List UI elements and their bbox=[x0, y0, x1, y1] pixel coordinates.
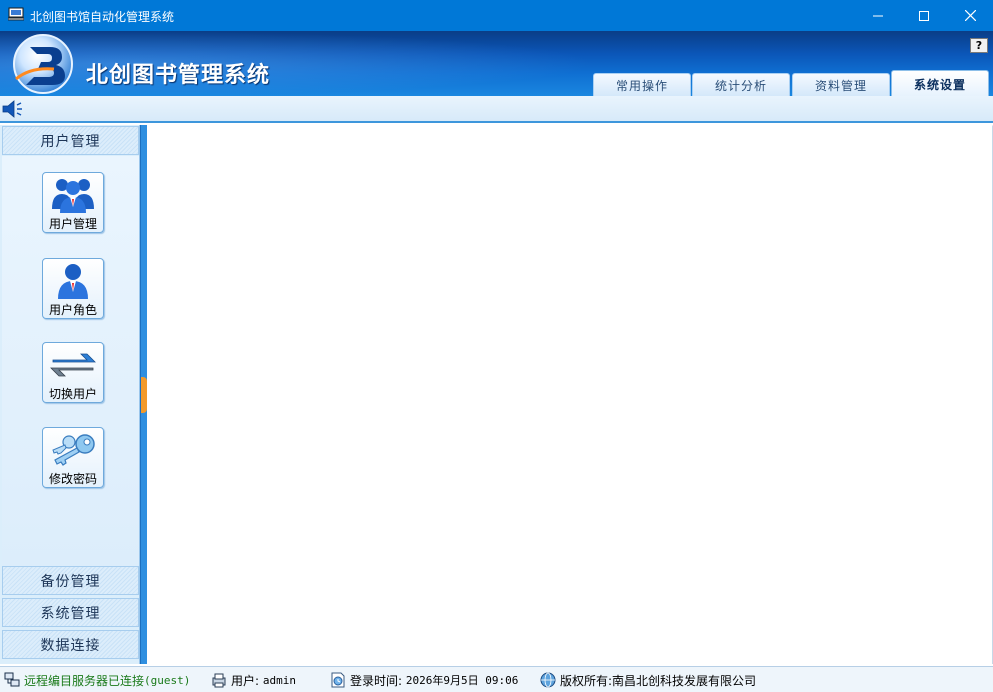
sidebar-group-system-management[interactable]: 系统管理 bbox=[2, 598, 139, 627]
connection-status: 远程编目服务器已连接 (guest) bbox=[4, 672, 190, 688]
current-user: 用户: admin bbox=[211, 672, 296, 688]
login-time: 登录时间: 2026年9月5日 09:06 bbox=[330, 672, 518, 688]
sidebar-splitter[interactable] bbox=[140, 125, 147, 664]
login-label: 登录时间: bbox=[350, 673, 403, 688]
maximize-icon bbox=[919, 10, 929, 21]
tab-system-settings[interactable]: 系统设置 bbox=[891, 70, 989, 97]
user-management-button[interactable]: 用户管理 bbox=[42, 172, 104, 233]
clock-doc-icon bbox=[331, 672, 345, 688]
login-value: 2026年9月5日 09:06 bbox=[405, 674, 519, 687]
sidebar-group-backup-management[interactable]: 备份管理 bbox=[2, 566, 139, 595]
close-icon bbox=[964, 10, 976, 21]
close-button[interactable] bbox=[947, 0, 993, 31]
users-icon-wrap bbox=[43, 175, 103, 215]
tab-statistics[interactable]: 统计分析 bbox=[692, 73, 790, 96]
tool-label: 修改密码 bbox=[48, 472, 97, 486]
window-title: 北创图书馆自动化管理系统 bbox=[30, 10, 175, 24]
user-role-button[interactable]: 用户角色 bbox=[42, 258, 104, 319]
computer-icon bbox=[8, 7, 24, 21]
maximize-button[interactable] bbox=[901, 0, 947, 31]
minimize-icon bbox=[873, 15, 883, 16]
help-button[interactable]: ? bbox=[970, 38, 988, 53]
switch-user-button[interactable]: 切换用户 bbox=[42, 342, 104, 403]
help-icon: ? bbox=[975, 39, 983, 52]
user-label: 用户: bbox=[231, 673, 260, 688]
network-computers-icon bbox=[4, 672, 20, 687]
user-printer-icon bbox=[212, 673, 226, 688]
speaker-icon[interactable] bbox=[2, 100, 24, 118]
tab-data-management[interactable]: 资料管理 bbox=[792, 73, 890, 96]
globe-icon bbox=[540, 672, 556, 688]
users-icon bbox=[52, 179, 94, 213]
connection-text: 远程编目服务器已连接 bbox=[24, 673, 145, 688]
window-titlebar[interactable]: 北创图书馆自动化管理系统 bbox=[0, 0, 993, 31]
switch-arrows-icon bbox=[50, 353, 96, 377]
copyright-value: 南昌北创科技发展有限公司 bbox=[612, 673, 757, 688]
sidebar-group-body: 用户管理 用户角色 切换用户 修改密码 bbox=[2, 156, 139, 566]
toolbar-strip bbox=[0, 96, 993, 123]
user-value: admin bbox=[262, 673, 296, 687]
tool-label: 用户角色 bbox=[48, 303, 97, 317]
switch-arrows-icon-wrap bbox=[43, 345, 103, 385]
tab-common-operations[interactable]: 常用操作 bbox=[593, 73, 691, 96]
tool-label: 用户管理 bbox=[48, 217, 97, 231]
copyright: 版权所有: 南昌北创科技发展有限公司 bbox=[540, 672, 756, 688]
change-password-button[interactable]: 修改密码 bbox=[42, 427, 104, 488]
minimize-button[interactable] bbox=[855, 0, 901, 31]
user-role-icon-wrap bbox=[43, 261, 103, 301]
sidebar-group-data-connection[interactable]: 数据连接 bbox=[2, 630, 139, 659]
main-content-area bbox=[147, 125, 993, 664]
user-role-icon bbox=[58, 264, 88, 299]
connection-role: (guest) bbox=[144, 673, 191, 687]
module-tabs: 常用操作 统计分析 资料管理 系统设置 bbox=[0, 70, 993, 97]
sidebar-group-user-management[interactable]: 用户管理 bbox=[2, 126, 139, 155]
status-bar: 远程编目服务器已连接 (guest) 用户: admin 登录时间: 2026年9… bbox=[0, 666, 993, 692]
keys-icon-wrap bbox=[43, 430, 103, 470]
sidebar: 用户管理 用户管理 用户角色 切换用户 修改密码 备份管理 系统管理 数据连接 bbox=[0, 125, 140, 664]
tool-label: 切换用户 bbox=[48, 387, 97, 401]
copyright-label: 版权所有: bbox=[560, 673, 613, 688]
keys-icon bbox=[52, 434, 95, 466]
